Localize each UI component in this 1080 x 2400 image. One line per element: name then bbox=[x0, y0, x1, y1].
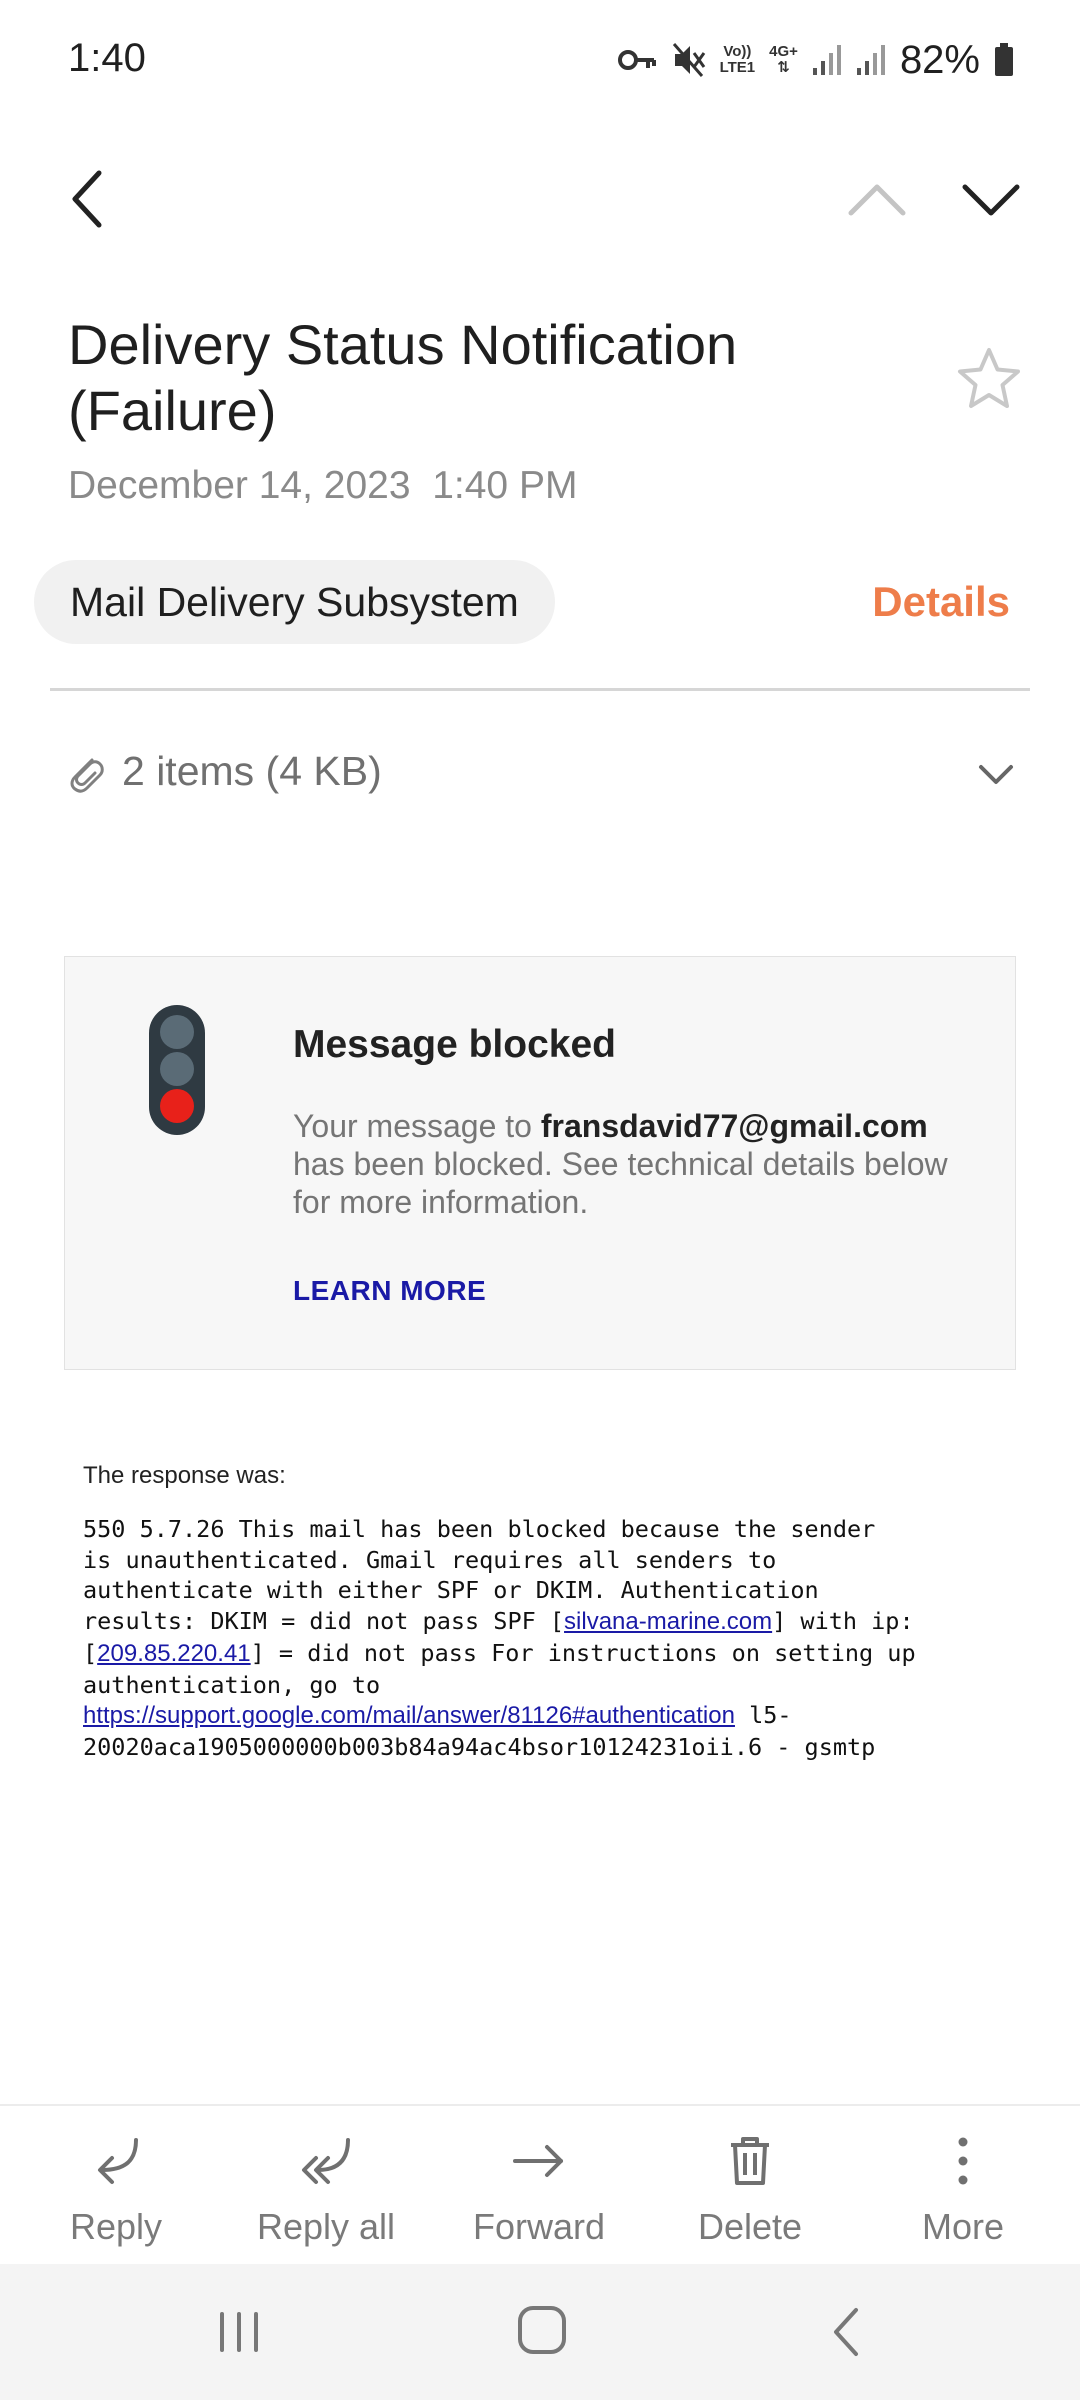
reply-icon bbox=[98, 2138, 138, 2184]
status-bar: 1:40 Vo)) LTE1 4G+ ⇅ 82% bbox=[0, 0, 1080, 120]
signal-icon-1 bbox=[812, 45, 841, 75]
forward-label: Forward bbox=[472, 2206, 606, 2247]
reply-all-button[interactable]: Reply all bbox=[236, 2128, 416, 2258]
more-vertical-icon bbox=[958, 2137, 968, 2185]
signal-icon-2 bbox=[856, 45, 885, 75]
card-body: Your message to fransdavid77@gmail.com h… bbox=[293, 1108, 948, 1220]
mute-icon bbox=[672, 43, 705, 77]
delete-label: Delete bbox=[697, 2206, 803, 2247]
message-blocked-card: Message blocked Your message to fransdav… bbox=[64, 956, 1016, 1370]
star-icon bbox=[958, 348, 1020, 408]
card-title: Message blocked bbox=[293, 1023, 616, 1066]
action-bar: Reply Reply all Forward Delete More bbox=[0, 2104, 1080, 2264]
back-button[interactable] bbox=[42, 154, 132, 244]
reply-label: Reply bbox=[69, 2206, 163, 2247]
system-back-button[interactable] bbox=[818, 2302, 874, 2362]
chevron-down-icon bbox=[962, 184, 1020, 216]
attachments-row[interactable]: 2 items (4 KB) bbox=[66, 744, 1026, 804]
divider bbox=[50, 688, 1030, 691]
forward-button[interactable]: Forward bbox=[449, 2128, 629, 2258]
support-url-link[interactable]: https://support.google.com/mail/answer/8… bbox=[83, 1702, 735, 1729]
expand-chevron-icon bbox=[979, 765, 1013, 784]
email-subject: Delivery Status Notification (Failure) bbox=[68, 313, 738, 442]
delete-button[interactable]: Delete bbox=[660, 2128, 840, 2258]
forward-icon bbox=[513, 2145, 563, 2177]
chevron-up-icon bbox=[848, 184, 906, 216]
volte-indicator: Vo)) LTE1 bbox=[719, 43, 756, 76]
reply-all-icon bbox=[302, 2138, 350, 2184]
network-type-indicator: 4G+ ⇅ bbox=[769, 43, 798, 76]
reply-button[interactable]: Reply bbox=[26, 2128, 206, 2258]
battery-percent: 82% bbox=[899, 37, 980, 82]
email-date-text: December 14, 2023 bbox=[68, 464, 411, 507]
status-time: 1:40 bbox=[68, 36, 146, 80]
more-button[interactable]: More bbox=[873, 2128, 1053, 2258]
recipient-email: fransdavid77@gmail.com bbox=[540, 1108, 928, 1144]
sender-chip[interactable]: Mail Delivery Subsystem bbox=[34, 560, 555, 644]
system-nav-bar bbox=[0, 2264, 1080, 2400]
chevron-left-icon bbox=[72, 170, 102, 228]
home-button[interactable] bbox=[512, 2300, 572, 2360]
trash-icon bbox=[731, 2137, 769, 2185]
response-label: The response was: bbox=[83, 1462, 286, 1489]
learn-more-link[interactable]: LEARN MORE bbox=[293, 1275, 486, 1307]
star-button[interactable] bbox=[954, 344, 1024, 414]
ip-address-link[interactable]: 209.85.220.41 bbox=[97, 1640, 250, 1667]
next-email-button[interactable] bbox=[946, 154, 1036, 244]
home-icon bbox=[518, 2306, 566, 2354]
recent-apps-icon bbox=[220, 2312, 258, 2352]
back-arrow-icon bbox=[834, 2308, 858, 2356]
details-button[interactable]: Details bbox=[872, 578, 1010, 626]
paperclip-icon bbox=[70, 758, 104, 793]
reply-all-label: Reply all bbox=[256, 2206, 396, 2247]
response-text: 550 5.7.26 This mail has been blocked be… bbox=[83, 1515, 916, 1761]
email-date: December 14, 2023 1:40 PM bbox=[68, 464, 577, 508]
previous-email-button[interactable] bbox=[832, 154, 922, 244]
attachments-summary: 2 items (4 KB) bbox=[122, 748, 382, 794]
traffic-light-icon bbox=[149, 1005, 205, 1135]
recent-apps-button[interactable] bbox=[206, 2304, 272, 2360]
more-label: More bbox=[921, 2206, 1005, 2247]
status-icons: Vo)) LTE1 4G+ ⇅ 82% bbox=[617, 36, 1014, 84]
vpn-key-icon bbox=[617, 50, 656, 70]
email-time-text: 1:40 PM bbox=[432, 464, 578, 507]
sender-domain-link[interactable]: silvana-marine.com bbox=[564, 1608, 772, 1635]
battery-icon bbox=[995, 43, 1013, 76]
